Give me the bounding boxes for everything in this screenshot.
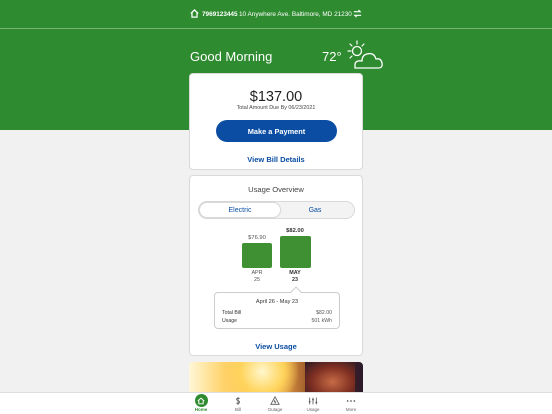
tab-home-label: Home [194, 407, 208, 412]
view-usage-link[interactable]: View Usage [190, 342, 362, 351]
home-icon [194, 394, 208, 407]
bar-month-may: MAY [289, 270, 301, 276]
tab-bill-label: Bill [234, 407, 241, 412]
usage-type-toggle: Electric Gas [198, 201, 355, 219]
bar-value-apr: $76.90 [248, 235, 266, 241]
tab-outage[interactable]: Outage [258, 394, 292, 414]
bill-card: $137.00 Total Amount Due By 06/23/2021 M… [189, 73, 363, 170]
promo-sun-glow [227, 362, 305, 392]
bar-apr[interactable] [242, 243, 272, 268]
usage-title: Usage Overview [248, 185, 304, 194]
usage-value: 501 kWh [311, 318, 332, 324]
switch-account-icon[interactable] [352, 8, 363, 19]
due-date-text: Total Amount Due By 06/23/2021 [236, 105, 316, 111]
home-icon [190, 9, 199, 18]
dollar-icon [232, 394, 245, 407]
bar-day-may: 23 [292, 277, 298, 283]
tab-bill[interactable]: Bill [221, 394, 255, 414]
make-payment-button[interactable]: Make a Payment [216, 120, 337, 142]
bar-value-may: $82.00 [286, 228, 304, 234]
tab-more[interactable]: More [334, 394, 368, 414]
bar-label-apr: APR 25 [237, 270, 277, 284]
temperature: 72° [322, 49, 342, 64]
total-bill-value: $82.00 [316, 310, 332, 316]
tab-gas[interactable]: Gas [274, 202, 356, 218]
bar-may[interactable] [280, 236, 311, 268]
greeting: Good Morning [190, 49, 273, 64]
bottom-tab-bar: Home Bill Outage Usage More [0, 392, 552, 414]
view-bill-details-link[interactable]: View Bill Details [190, 155, 362, 164]
total-bill-label: Total Bill [222, 310, 242, 316]
amount-due: $137.00 [249, 89, 303, 105]
promo-banner-image[interactable] [189, 362, 363, 392]
usage-icon [307, 394, 320, 407]
partly-sunny-icon [342, 40, 384, 72]
usage-overview-card: Usage Overview Electric Gas $76.90 APR 2… [189, 175, 363, 356]
tab-more-label: More [345, 407, 357, 412]
billing-period: April 26 - May 23 [255, 299, 299, 305]
account-header: 7969123445 10 Anywhere Ave. Baltimore, M… [0, 0, 552, 29]
tab-usage-label: Usage [306, 407, 320, 412]
bar-day-apr: 25 [254, 277, 260, 283]
bar-month-apr: APR [251, 270, 263, 276]
outage-icon [269, 394, 282, 407]
account-number: 7969123445 [202, 11, 238, 18]
promo-portrait [305, 362, 355, 392]
tab-usage[interactable]: Usage [296, 394, 330, 414]
more-icon [345, 394, 358, 407]
service-address: 10 Anywhere Ave. Baltimore, MD 21230 [239, 11, 352, 18]
usage-tooltip: April 26 - May 23 Total Bill $82.00 Usag… [214, 292, 340, 329]
tab-outage-label: Outage [267, 407, 283, 412]
tab-electric[interactable]: Electric [199, 202, 281, 218]
bar-label-may: MAY 23 [275, 270, 315, 284]
tab-home[interactable]: Home [184, 394, 218, 414]
usage-label: Usage [222, 318, 237, 324]
